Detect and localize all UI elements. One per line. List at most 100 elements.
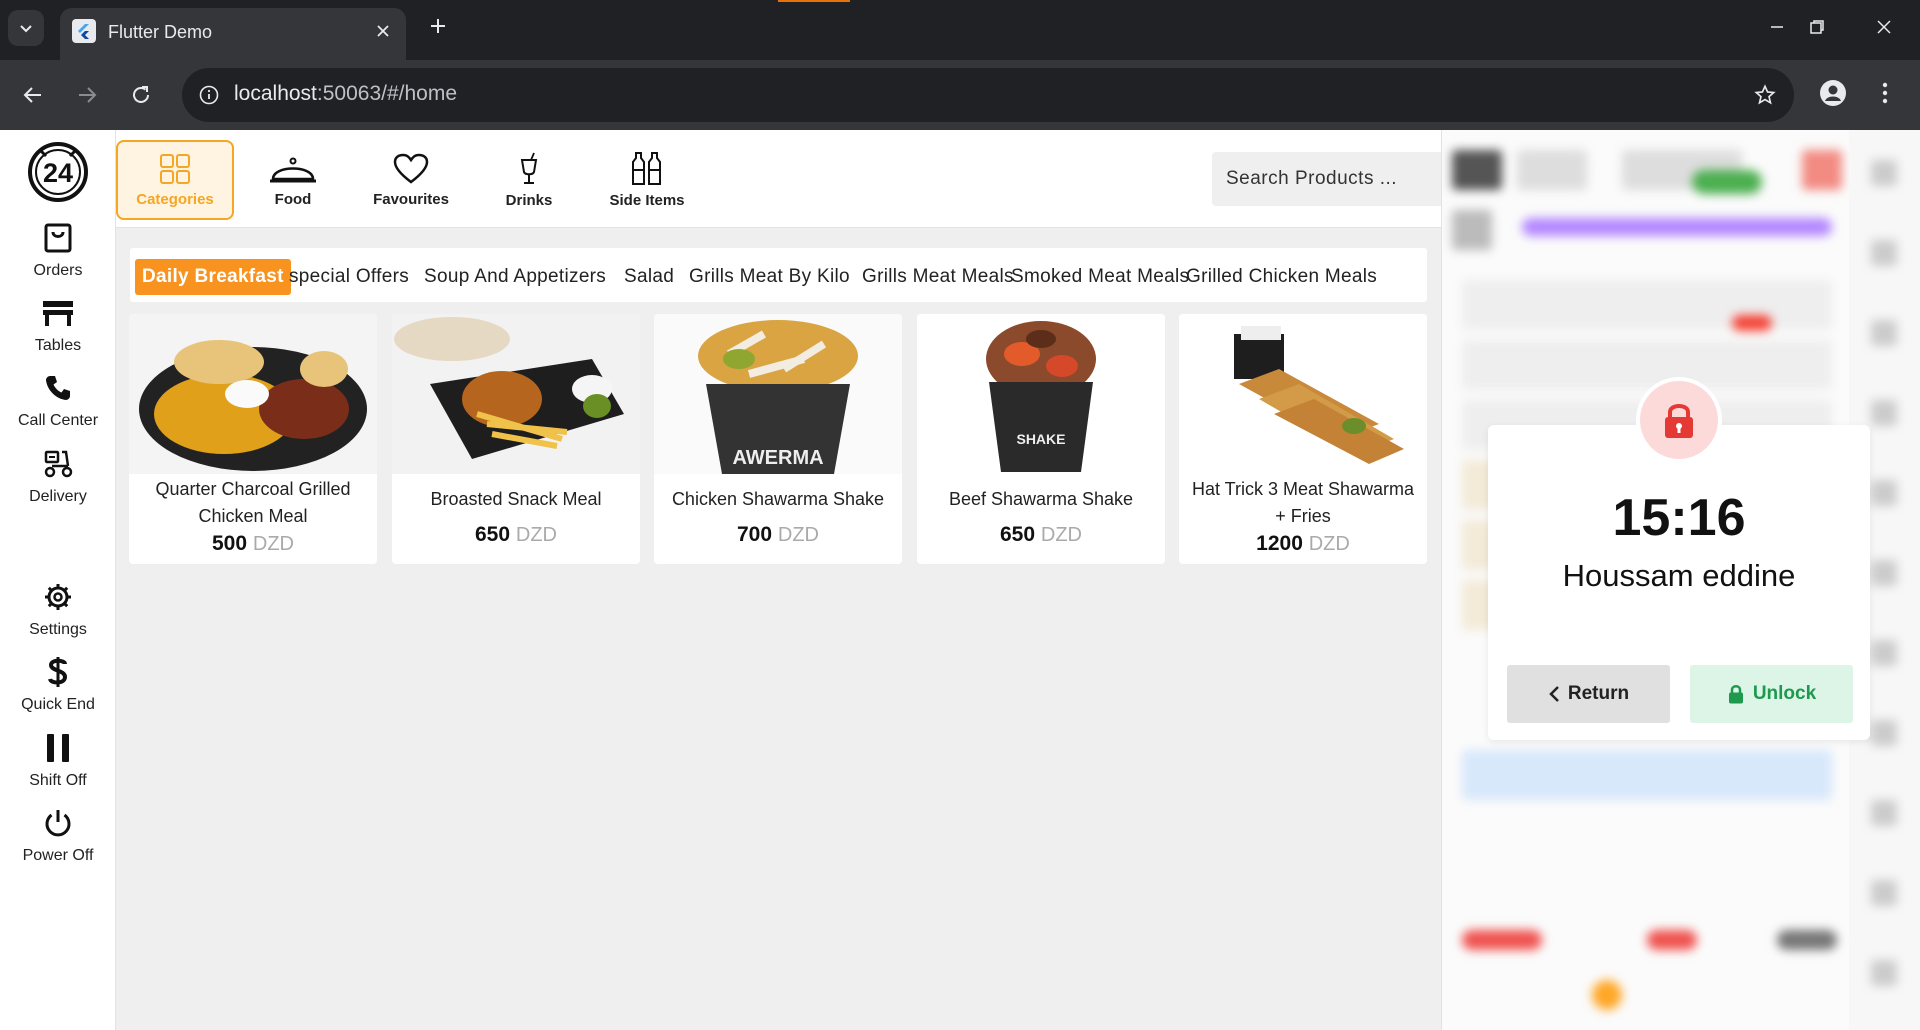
tab-label: Food bbox=[274, 190, 312, 208]
subcategory-chip[interactable]: Smoked Meat Meals bbox=[1004, 259, 1196, 295]
browser-tab[interactable]: Flutter Demo bbox=[60, 8, 406, 60]
subcategory-chip[interactable]: special Offers bbox=[282, 259, 416, 295]
more-vertical-icon bbox=[1882, 82, 1888, 104]
return-button[interactable]: Return bbox=[1507, 665, 1670, 723]
restore-button[interactable] bbox=[1802, 12, 1832, 42]
new-tab-button[interactable] bbox=[424, 12, 452, 40]
tab-drinks[interactable]: Drinks bbox=[470, 140, 588, 220]
nav-label: Quick End bbox=[21, 696, 95, 713]
minimize-button[interactable] bbox=[1762, 12, 1792, 42]
product-price: 1200 DZD bbox=[1179, 532, 1427, 556]
tab-favourites[interactable]: Favourites bbox=[352, 140, 470, 220]
price-currency: DZD bbox=[252, 533, 294, 555]
subcategory-chip[interactable]: Daily Breakfast bbox=[135, 259, 291, 295]
product-card[interactable]: AWERMA Chicken Shawarma Shake 700 DZD bbox=[654, 314, 902, 564]
subcategory-chip[interactable]: Grills Meat Meals bbox=[855, 259, 1021, 295]
scooter-icon bbox=[40, 446, 76, 482]
phone-icon bbox=[40, 370, 76, 406]
subcategory-chip[interactable]: Soup And Appetizers bbox=[417, 259, 613, 295]
nav-label: Settings bbox=[29, 621, 87, 638]
bookmark-star-button[interactable] bbox=[1750, 80, 1780, 110]
browser-menu-button[interactable] bbox=[1870, 76, 1900, 110]
price-currency: DZD bbox=[1040, 524, 1082, 546]
product-card[interactable]: Hat Trick 3 Meat Shawarma + Fries 1200 D… bbox=[1179, 314, 1427, 564]
back-button[interactable] bbox=[16, 78, 50, 112]
nav-tables[interactable]: Tables bbox=[0, 295, 116, 371]
nav-delivery[interactable]: Delivery bbox=[0, 446, 116, 522]
nav-power-off[interactable]: Power Off bbox=[0, 805, 116, 881]
search-placeholder: Search Products ... bbox=[1226, 168, 1398, 189]
product-image bbox=[1179, 314, 1427, 474]
loading-indicator bbox=[778, 0, 850, 2]
subcategory-chip[interactable]: Grilled Chicken Meals bbox=[1179, 259, 1384, 295]
left-navigation: 24 Orders Tables Call Center Delivery Se… bbox=[0, 130, 116, 1030]
tab-categories[interactable]: Categories bbox=[116, 140, 234, 220]
product-image bbox=[392, 314, 640, 474]
price-currency: DZD bbox=[515, 524, 557, 546]
app-root: 24 Orders Tables Call Center Delivery Se… bbox=[0, 130, 1920, 1030]
nav-quick-end[interactable]: Quick End bbox=[0, 654, 116, 730]
tab-label: Categories bbox=[136, 190, 214, 208]
product-image bbox=[129, 314, 377, 474]
flutter-icon bbox=[72, 19, 96, 43]
product-card[interactable]: Broasted Snack Meal 650 DZD bbox=[392, 314, 640, 564]
product-image: AWERMA bbox=[654, 314, 902, 474]
reload-button[interactable] bbox=[124, 78, 158, 112]
tab-side-items[interactable]: Side Items bbox=[588, 140, 706, 220]
shopping-bag-icon bbox=[40, 220, 76, 256]
info-icon[interactable] bbox=[194, 80, 224, 110]
price-value: 650 bbox=[475, 523, 511, 546]
subcategory-chip[interactable]: Salad bbox=[617, 259, 681, 295]
price-value: 700 bbox=[737, 523, 773, 546]
close-window-button[interactable] bbox=[1869, 12, 1899, 42]
reload-icon bbox=[133, 86, 149, 103]
subcategory-chip[interactable]: Grills Meat By Kilo bbox=[682, 259, 857, 295]
chevron-left-icon bbox=[1549, 686, 1559, 702]
nav-shift-off[interactable]: Shift Off bbox=[0, 730, 116, 806]
nav-settings[interactable]: Settings bbox=[0, 579, 116, 655]
price-value: 500 bbox=[212, 532, 248, 555]
nav-label: Delivery bbox=[29, 488, 87, 505]
forward-button[interactable] bbox=[70, 78, 104, 112]
address-bar[interactable]: localhost:50063/#/home bbox=[182, 68, 1794, 122]
tab-label: Favourites bbox=[373, 190, 449, 208]
product-card[interactable]: Quarter Charcoal Grilled Chicken Meal 50… bbox=[129, 314, 377, 564]
product-card[interactable]: SHAKE Beef Shawarma Shake 650 DZD bbox=[917, 314, 1165, 564]
nav-label: Tables bbox=[34, 337, 82, 354]
cloche-icon bbox=[270, 157, 316, 182]
product-name: Chicken Shawarma Shake bbox=[671, 489, 885, 509]
nav-call-center[interactable]: Call Center bbox=[0, 370, 116, 446]
minimize-icon bbox=[1771, 26, 1783, 28]
profile-button[interactable] bbox=[1816, 76, 1850, 110]
bottles-icon bbox=[632, 151, 661, 185]
browser-toolbar: localhost:50063/#/home bbox=[0, 60, 1920, 130]
price-value: 1200 bbox=[1256, 532, 1303, 555]
url-text: localhost:50063/#/home bbox=[234, 82, 457, 106]
product-name: Quarter Charcoal Grilled Chicken Meal bbox=[155, 479, 351, 526]
svg-text:AWERMA: AWERMA bbox=[732, 447, 823, 469]
top-category-bar: Categories Food Favourites Drinks Side I… bbox=[116, 130, 1542, 228]
price-currency: DZD bbox=[1308, 533, 1350, 555]
chevron-down-icon bbox=[20, 25, 32, 33]
product-price: 650 DZD bbox=[917, 523, 1165, 547]
price-currency: DZD bbox=[777, 524, 819, 546]
tab-food[interactable]: Food bbox=[234, 140, 352, 220]
nav-orders[interactable]: Orders bbox=[0, 220, 116, 296]
plus-icon bbox=[431, 19, 445, 33]
product-name: Broasted Snack Meal bbox=[430, 489, 602, 509]
nav-label: Orders bbox=[33, 262, 83, 279]
price-value: 650 bbox=[1000, 523, 1036, 546]
unlock-button[interactable]: Unlock bbox=[1690, 665, 1853, 723]
gear-icon bbox=[40, 579, 76, 615]
product-price: 700 DZD bbox=[654, 523, 902, 547]
lock-time: 15:16 bbox=[1612, 489, 1746, 547]
tab-search-button[interactable] bbox=[8, 10, 44, 46]
account-icon bbox=[1820, 80, 1846, 106]
close-tab-button[interactable] bbox=[370, 18, 396, 44]
product-price: 650 DZD bbox=[392, 523, 640, 547]
lock-small-icon bbox=[1728, 685, 1743, 704]
power-icon bbox=[40, 805, 76, 841]
pause-icon bbox=[40, 730, 76, 766]
return-label: Return bbox=[1567, 683, 1630, 704]
product-image: SHAKE bbox=[917, 314, 1165, 474]
